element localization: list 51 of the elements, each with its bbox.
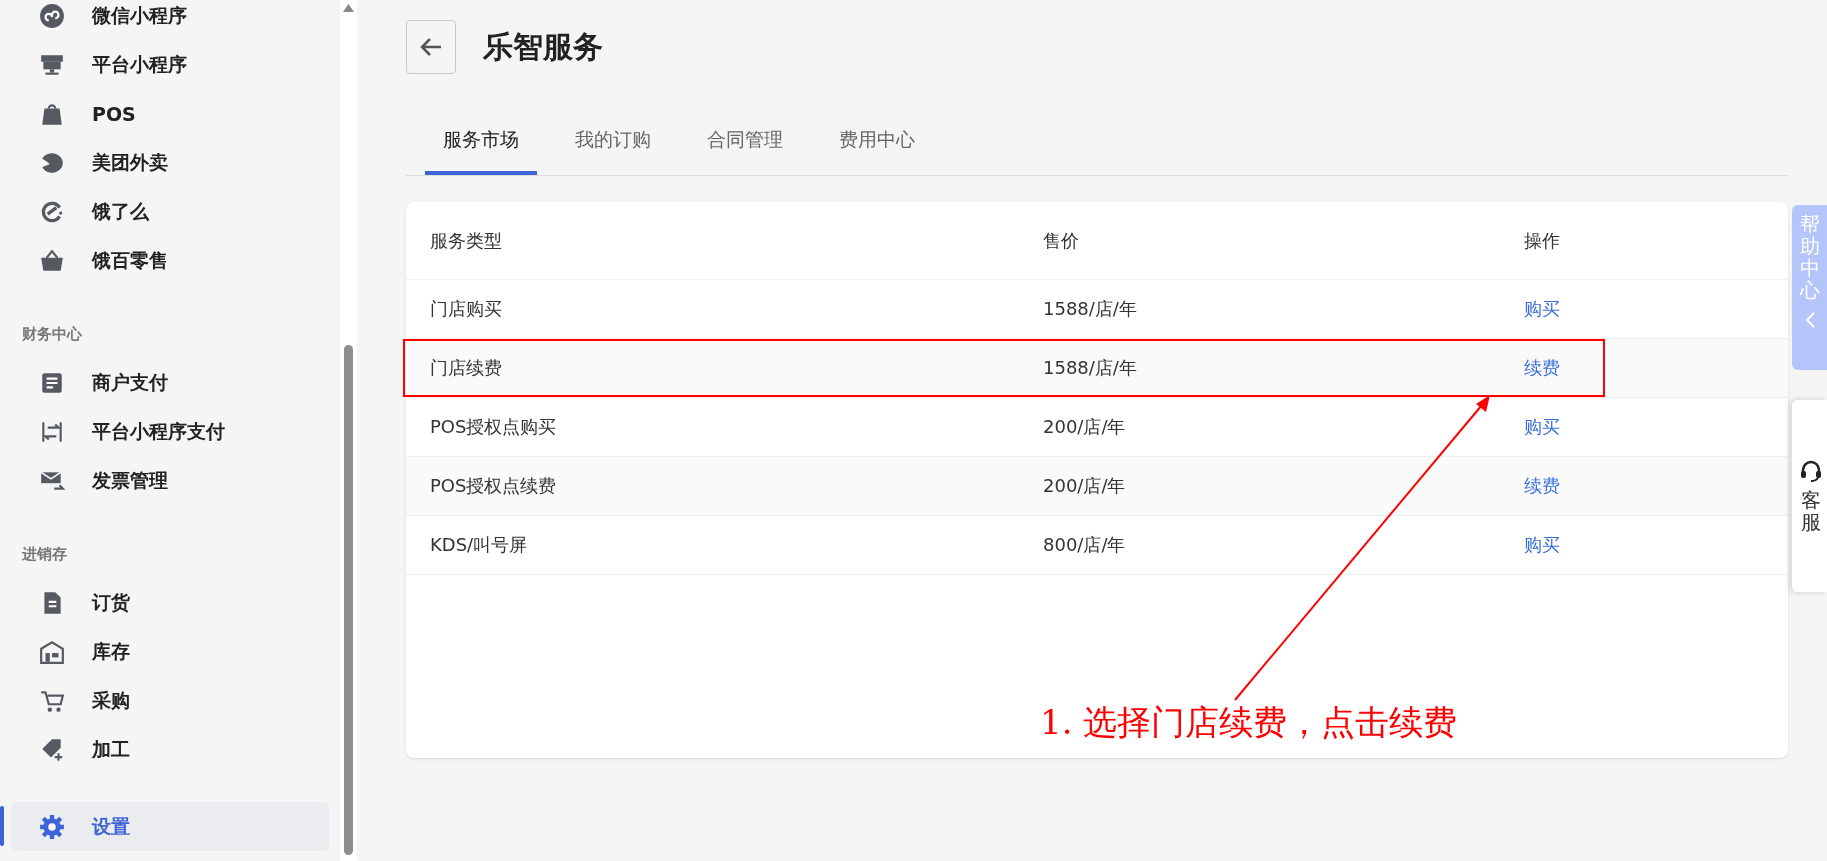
action-link[interactable]: 购买 <box>1524 533 1560 557</box>
table-cell-text: 200/店/年 <box>1043 474 1127 498</box>
chevron-left-icon <box>1803 311 1816 329</box>
back-arrow-icon <box>419 37 443 57</box>
table-cell-text: 1588/店/年 <box>1043 297 1138 321</box>
sidebar-item[interactable]: 订货 <box>11 578 329 627</box>
basket-icon <box>39 247 65 274</box>
table-cell-text: 800/店/年 <box>1043 533 1127 557</box>
sidebar-item[interactable]: 发票管理 <box>11 456 329 505</box>
sidebar-item[interactable]: 饿了么 <box>11 187 329 236</box>
sidebar-item[interactable]: 采购 <box>11 676 329 725</box>
tab[interactable]: 费用中心 <box>821 114 933 175</box>
sidebar-item[interactable]: 商户支付 <box>11 358 329 407</box>
section-heading: 进销存 <box>21 544 68 565</box>
customer-service-tab[interactable]: 客服 <box>1792 400 1827 592</box>
section-heading: 财务中心 <box>21 324 83 345</box>
sidebar-item[interactable]: 加工 <box>11 725 329 774</box>
page-title: 乐智服务 <box>483 27 603 66</box>
table-cell-text: 门店购买 <box>430 297 503 321</box>
table-cell-text: KDS/叫号屏 <box>430 533 529 557</box>
headset-icon <box>1798 459 1823 483</box>
scroll-up-icon[interactable] <box>343 4 354 12</box>
sidebar-item[interactable]: 饿百零售 <box>11 236 329 285</box>
sidebar-item[interactable]: 平台小程序 <box>11 40 329 89</box>
column-header: 操作 <box>1524 228 1561 253</box>
tab[interactable]: 合同管理 <box>689 114 801 175</box>
action-link[interactable]: 续费 <box>1524 356 1560 380</box>
sidebar-item[interactable]: 微信小程序 <box>11 0 329 40</box>
sidebar-item[interactable]: 平台小程序支付 <box>11 407 329 456</box>
annotation-text: 1. 选择门店续费，点击续费 <box>1040 701 1458 744</box>
tab[interactable]: 服务市场 <box>425 114 537 175</box>
back-button[interactable] <box>406 20 456 74</box>
table-cell-text: POS授权点购买 <box>430 415 558 439</box>
sidebar-item[interactable]: 库存 <box>11 627 329 676</box>
action-link[interactable]: 购买 <box>1524 415 1560 439</box>
sidebar-item[interactable]: 设置 <box>11 802 329 851</box>
sidebar-item[interactable]: POS <box>11 89 329 138</box>
settings-icon <box>39 813 65 840</box>
scrollbar-thumb[interactable] <box>344 345 353 855</box>
action-link[interactable]: 购买 <box>1524 297 1560 321</box>
warehouse-icon <box>39 638 65 665</box>
action-link[interactable]: 续费 <box>1524 474 1560 498</box>
table-cell-text: POS授权点续费 <box>430 474 558 498</box>
table-cell-text: 1588/店/年 <box>1043 356 1138 380</box>
column-header: 售价 <box>1043 228 1080 253</box>
table-cell-text: 200/店/年 <box>1043 415 1127 439</box>
sidebar-item[interactable]: 美团外卖 <box>11 138 329 187</box>
table-cell-text: 门店续费 <box>430 356 503 380</box>
scrollbar[interactable] <box>340 0 357 861</box>
column-header: 服务类型 <box>430 228 503 253</box>
tab[interactable]: 我的订购 <box>557 114 669 175</box>
